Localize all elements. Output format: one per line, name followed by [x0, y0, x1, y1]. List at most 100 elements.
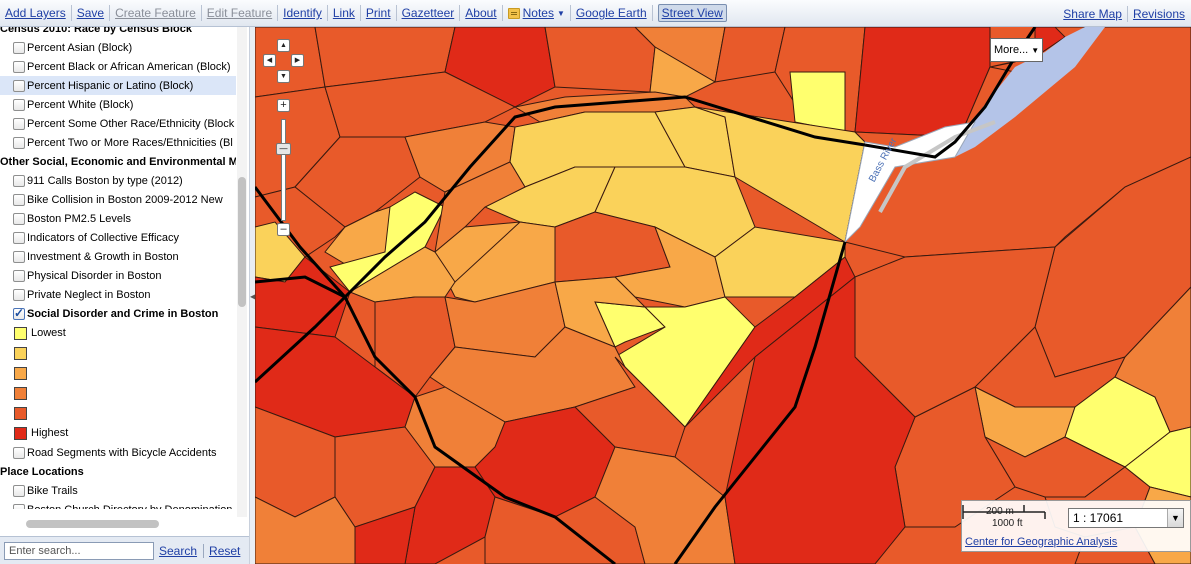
layer-checkbox[interactable] [13, 250, 25, 263]
add-layers-button[interactable]: Add Layers [5, 6, 66, 20]
legend-item: Lowest [0, 323, 236, 343]
street-view-button[interactable]: Street View [657, 4, 727, 22]
layer-label: Bike Trails [27, 484, 78, 497]
layer-item[interactable]: Investment & Growth in Boston [0, 247, 236, 266]
layer-item[interactable]: Percent White (Block) [0, 95, 236, 114]
pan-right-icon[interactable]: ▶ [291, 54, 304, 67]
about-button[interactable]: About [465, 6, 496, 20]
layer-item[interactable]: Percent Black or African American (Block… [0, 57, 236, 76]
layer-item[interactable]: Percent Asian (Block) [0, 38, 236, 57]
notes-icon [507, 7, 520, 19]
edit-feature-button: Edit Feature [206, 6, 273, 20]
layer-item[interactable]: Social Disorder and Crime in Boston [0, 304, 236, 323]
google-earth-button[interactable]: Google Earth [576, 6, 647, 20]
search-button[interactable]: Search [159, 544, 197, 558]
layer-checkbox[interactable] [13, 41, 25, 54]
search-bar: Search Reset [0, 536, 249, 564]
layer-checkbox[interactable] [13, 98, 25, 111]
legend-item [0, 343, 236, 363]
toolbar-separator [70, 5, 72, 21]
layer-label: Percent Asian (Block) [27, 41, 133, 54]
identify-button[interactable]: Identify [283, 6, 322, 20]
layer-item[interactable]: Bike Collision in Boston 2009-2012 New [0, 190, 236, 209]
layer-checkbox[interactable] [13, 117, 25, 130]
zoom-out-icon[interactable]: – [277, 223, 290, 236]
create-feature-button: Create Feature [115, 6, 196, 20]
pan-down-icon[interactable]: ▼ [277, 70, 290, 83]
layer-checkbox[interactable] [13, 231, 25, 244]
credit-link[interactable]: Center for Geographic Analysis [965, 536, 1117, 548]
pan-left-icon[interactable]: ◀ [263, 54, 276, 67]
vertical-scrollbar[interactable] [237, 27, 247, 517]
layer-group-header[interactable]: Census 2010: Race by Census Block [0, 27, 236, 38]
layer-label: Private Neglect in Boston [27, 288, 151, 301]
layer-label: Road Segments with Bicycle Accidents [27, 446, 217, 459]
zoom-slider-track[interactable] [281, 119, 286, 221]
layer-item[interactable]: Physical Disorder in Boston [0, 266, 236, 285]
map-canvas[interactable]: Bass River ▲ ◀ ▶ ▼ + — – More... ▼ 200 m… [255, 27, 1191, 564]
pan-up-icon[interactable]: ▲ [277, 39, 290, 52]
layer-label: Percent Black or African American (Block… [27, 60, 231, 73]
choropleth-map [255, 27, 1191, 564]
layer-item[interactable]: Boston Church Directory by Denomination [0, 500, 236, 509]
toolbar-separator [109, 5, 111, 21]
horizontal-scroll-thumb[interactable] [26, 520, 159, 528]
layer-checkbox[interactable] [13, 79, 25, 92]
legend-item [0, 363, 236, 383]
layer-checkbox[interactable] [13, 288, 25, 301]
legend-swatch [14, 326, 27, 340]
reset-button[interactable]: Reset [209, 544, 240, 558]
layer-checkbox[interactable] [13, 269, 25, 282]
revisions-link[interactable]: Revisions [1133, 7, 1185, 21]
layer-item[interactable]: Percent Some Other Race/Ethnicity (Block [0, 114, 236, 133]
layer-group-header[interactable]: Other Social, Economic and Environmental… [0, 152, 236, 171]
scale-box: 200 m 1000 ft 1 : 17061 ▼ Center for Geog… [961, 500, 1191, 552]
toolbar: Add Layers Save Create Feature Edit Feature… [0, 0, 1191, 27]
more-layers-button[interactable]: More... ▼ [990, 38, 1043, 62]
scale-metric-label: 200 m [986, 506, 1014, 517]
share-map-link[interactable]: Share Map [1063, 7, 1122, 21]
search-input[interactable] [4, 541, 154, 560]
legend-swatch [14, 366, 27, 380]
toolbar-separator [326, 5, 328, 21]
search-separator [203, 543, 205, 558]
notes-menu[interactable]: Notes ▼ [507, 6, 565, 20]
legend-label: Highest [31, 427, 69, 439]
layer-checkbox[interactable] [13, 60, 25, 73]
layer-checkbox[interactable] [13, 484, 25, 497]
toolbar-separator [200, 5, 202, 21]
scale-select[interactable]: 1 : 17061 ▼ [1068, 508, 1184, 528]
layer-item[interactable]: Private Neglect in Boston [0, 285, 236, 304]
legend-swatch [14, 426, 27, 440]
layer-item[interactable]: Percent Two or More Races/Ethnicities (B… [0, 133, 236, 152]
zoom-slider-handle[interactable]: — [276, 143, 291, 155]
zoom-in-icon[interactable]: + [277, 99, 290, 112]
layer-label: Boston Church Directory by Denomination [27, 504, 232, 510]
layer-group-header[interactable]: Place Locations [0, 462, 236, 481]
layer-label: Percent White (Block) [27, 98, 134, 111]
layer-item[interactable]: Bike Trails [0, 481, 236, 500]
layer-checkbox[interactable] [13, 174, 25, 187]
save-button[interactable]: Save [77, 6, 104, 20]
print-button[interactable]: Print [366, 6, 391, 20]
layer-item[interactable]: Boston PM2.5 Levels [0, 209, 236, 228]
layer-list: Census 2010: Race by Census Block Percent… [0, 27, 236, 509]
scale-imperial-label: 1000 ft [992, 518, 1023, 529]
link-button[interactable]: Link [333, 6, 355, 20]
legend-swatch [14, 406, 27, 420]
toolbar-separator [501, 5, 503, 21]
layer-checkbox[interactable] [13, 306, 25, 320]
layer-checkbox[interactable] [13, 193, 25, 206]
layer-checkbox[interactable] [13, 212, 25, 225]
gazetteer-button[interactable]: Gazetteer [402, 6, 455, 20]
layer-item[interactable]: Indicators of Collective Efficacy [0, 228, 236, 247]
layer-checkbox[interactable] [13, 136, 25, 149]
layer-item[interactable]: Road Segments with Bicycle Accidents [0, 443, 236, 462]
layer-item[interactable]: 911 Calls Boston by type (2012) [0, 171, 236, 190]
vertical-scroll-thumb[interactable] [238, 177, 246, 307]
layer-checkbox[interactable] [13, 446, 25, 459]
layer-item[interactable]: Percent Hispanic or Latino (Block) [0, 76, 236, 95]
layer-checkbox[interactable] [13, 503, 25, 509]
chevron-down-icon: ▼ [1167, 509, 1183, 527]
toolbar-separator [1126, 5, 1128, 22]
